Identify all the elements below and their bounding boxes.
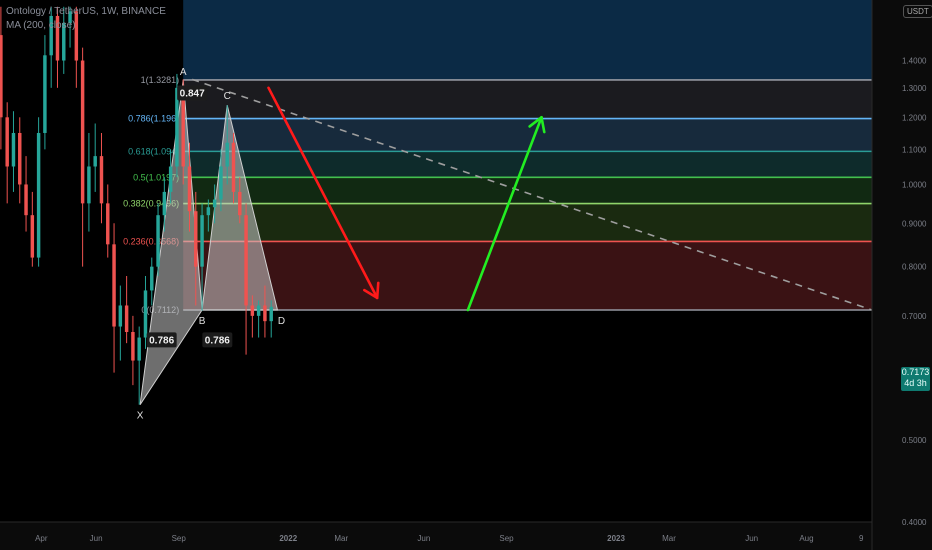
price-tick: 0.4000 — [902, 518, 927, 527]
candle-body — [99, 156, 104, 204]
time-tick: 2022 — [279, 534, 297, 543]
price-tick: 0.9000 — [902, 219, 927, 228]
candle-body — [43, 55, 47, 133]
price-chart[interactable]: 1(1.3281)0.786(1.196)0.618(1.094)0.5(1.0… — [0, 0, 932, 550]
candle-body — [269, 306, 273, 322]
fib-zone — [183, 241, 873, 311]
time-tick: Jun — [90, 534, 103, 543]
candle-body — [106, 203, 110, 245]
ratio-label: 0.847 — [180, 89, 205, 100]
candle-body — [5, 117, 9, 167]
candle-body — [187, 166, 192, 212]
time-tick: Sep — [499, 534, 514, 543]
candle-body — [24, 184, 28, 216]
candle-body — [30, 215, 35, 258]
price-tick: 1.1000 — [902, 145, 927, 154]
candle-body — [131, 331, 135, 361]
indicator-label: MA (200, close) — [6, 20, 76, 31]
symbol-title: Ontology / TetherUS, 1W, BINANCE — [6, 6, 166, 17]
candle-body — [219, 166, 223, 200]
candle-body — [162, 191, 167, 216]
candle-body — [124, 305, 129, 332]
candle-body — [150, 266, 154, 291]
time-tick: Sep — [172, 534, 187, 543]
candle-body — [231, 142, 236, 192]
candle-body — [168, 166, 173, 192]
fib-level-label: 0.618(1.094) — [128, 146, 179, 156]
candle-body — [80, 60, 85, 204]
fib-zone — [183, 79, 873, 119]
candle-body — [156, 215, 160, 267]
candle-body — [87, 166, 91, 204]
time-tick: Apr — [35, 534, 48, 543]
candle-body — [206, 207, 211, 216]
price-tick: 1.0000 — [902, 180, 927, 189]
candle-body — [11, 132, 16, 167]
currency-badge[interactable]: USDT — [903, 5, 932, 18]
bar-countdown: 4d 3h — [904, 378, 927, 388]
chart-window: 1(1.3281) 0.786(1.196) 0.618(1.094) 0.5(1.0… — [0, 0, 932, 550]
candle-body — [74, 11, 79, 61]
time-axis — [0, 522, 872, 550]
price-tick: 1.2000 — [902, 113, 927, 122]
candle-body — [36, 132, 41, 258]
candle-body — [200, 215, 204, 267]
time-tick: Jun — [417, 534, 430, 543]
fib-level-label: 1(1.3281) — [141, 75, 180, 85]
fib-zone — [183, 177, 873, 204]
time-tick: Aug — [799, 534, 813, 543]
candle-body — [212, 199, 217, 208]
candle-body — [0, 35, 3, 118]
time-tick: Mar — [662, 534, 676, 543]
candle-body — [194, 211, 198, 267]
price-tick: 0.7000 — [902, 312, 927, 321]
arrow-head — [375, 281, 380, 300]
pattern-point-label: X — [137, 411, 144, 422]
fib-zone — [183, 0, 873, 80]
price-axis — [872, 0, 932, 550]
candle-body — [93, 156, 97, 167]
time-tick: Mar — [334, 534, 348, 543]
ratio-label: 0.786 — [205, 335, 230, 346]
pattern-point-label: B — [199, 316, 206, 327]
last-price-value: 0.7173 — [901, 367, 930, 377]
pattern-point-label: A — [180, 67, 187, 78]
candle-body — [18, 132, 22, 185]
fib-level-label: 0.786(1.196) — [128, 114, 179, 124]
candle-body — [263, 305, 267, 322]
pattern-point-label: D — [278, 316, 285, 327]
last-price-badge: 0.7173 4d 3h — [901, 367, 930, 391]
candle-body — [244, 215, 248, 306]
candle-body — [238, 191, 242, 216]
time-tick: 9 — [859, 534, 864, 543]
candle-body — [256, 305, 261, 316]
time-tick: 2023 — [607, 534, 625, 543]
price-tick: 0.8000 — [902, 263, 927, 272]
pattern-point-label: C — [224, 91, 231, 102]
candle-body — [250, 305, 255, 316]
ratio-label: 0.786 — [149, 335, 174, 346]
fib-zone — [183, 203, 873, 242]
candle-body — [112, 244, 116, 327]
candle-body — [143, 290, 148, 338]
candle-body — [137, 337, 141, 361]
price-tick: 0.5000 — [902, 436, 927, 445]
candle-body — [118, 305, 123, 327]
time-tick: Jun — [745, 534, 758, 543]
candle-body — [225, 142, 229, 167]
price-tick: 1.4000 — [902, 57, 927, 66]
price-tick: 1.3000 — [902, 84, 927, 93]
